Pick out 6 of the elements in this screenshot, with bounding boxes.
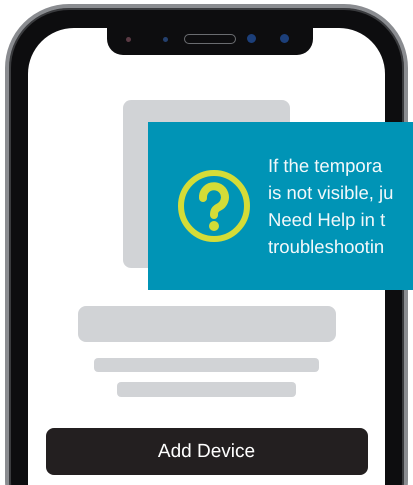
question-icon	[176, 168, 252, 244]
add-device-button[interactable]: Add Device	[46, 428, 368, 475]
help-text: Need Help in t	[268, 208, 386, 232]
help-text: If the tempora	[268, 154, 384, 178]
help-text: is not visible, ju	[268, 181, 394, 205]
help-text: troubleshootin	[268, 235, 386, 259]
